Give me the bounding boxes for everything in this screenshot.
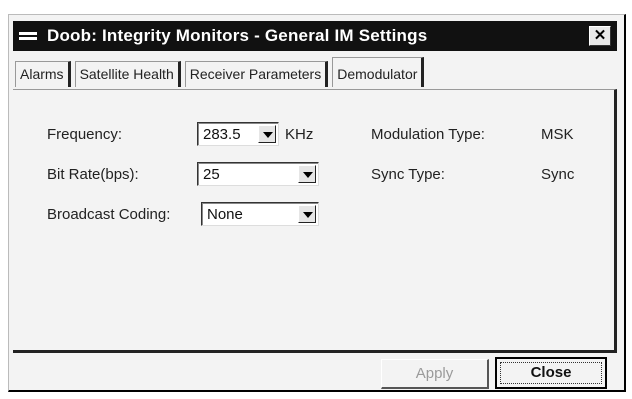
bitrate-select[interactable]: 25 [197,162,319,186]
broadcast-coding-select[interactable]: None [201,202,319,226]
frequency-value: 283.5 [203,126,241,143]
broadcast-coding-label: Broadcast Coding: [47,206,171,223]
window-title: Doob: Integrity Monitors - General IM Se… [47,26,428,45]
bitrate-value: 25 [203,166,220,183]
frequency-unit: KHz [285,126,314,143]
sync-type-label: Sync Type: [371,166,445,183]
close-icon[interactable]: ✕ [589,26,611,46]
close-button[interactable]: Close [495,357,607,389]
bitrate-label: Bit Rate(bps): [47,166,139,183]
tab-strip: Alarms Satellite Health Receiver Paramet… [15,57,428,91]
frequency-label: Frequency: [47,126,123,143]
demodulator-panel: Frequency: 283.5 KHz Modulation Type: MS… [13,89,617,353]
title-bar[interactable]: Doob: Integrity Monitors - General IM Se… [13,21,617,51]
tab-alarms[interactable]: Alarms [15,61,71,87]
sync-type-value: Sync [541,166,575,183]
tab-satellite-health[interactable]: Satellite Health [74,61,181,87]
tab-receiver-parameters[interactable]: Receiver Parameters [184,61,329,87]
apply-button[interactable]: Apply [381,359,489,389]
broadcast-coding-value: None [207,206,243,223]
settings-dialog: Doob: Integrity Monitors - General IM Se… [8,14,626,392]
modulation-type-value: MSK [541,126,574,143]
frequency-select[interactable]: 283.5 [197,122,279,146]
tab-demodulator[interactable]: Demodulator [332,57,425,87]
chevron-down-icon[interactable] [298,165,316,183]
chevron-down-icon[interactable] [298,205,316,223]
chevron-down-icon[interactable] [258,125,276,143]
modulation-type-label: Modulation Type: [371,126,485,143]
system-menu-icon[interactable] [19,30,41,42]
